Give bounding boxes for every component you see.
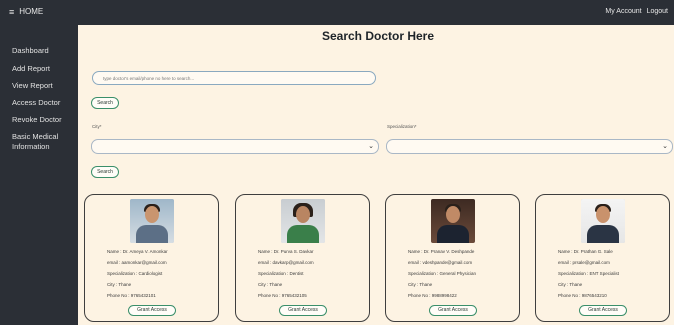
doctor-phone: Phone No : 9876543210	[558, 293, 607, 298]
specialization-label: Specialization*	[387, 124, 417, 129]
doctor-city: City : Thane	[408, 282, 433, 287]
grant-access-button[interactable]: Grant Access	[579, 305, 627, 316]
doctor-name: Name : Dr. Prathan G. Sale	[558, 249, 613, 254]
sidebar-item-revoke-doctor[interactable]: Revoke Doctor	[12, 115, 62, 125]
home-link[interactable]: ≡ HOME	[9, 7, 43, 16]
filter-search-button[interactable]: Search	[91, 166, 119, 178]
doctor-photo	[581, 199, 625, 243]
search-button[interactable]: Search	[91, 97, 119, 109]
sidebar-item-add-report[interactable]: Add Report	[12, 64, 50, 74]
doctor-email: email : davkarp@gmail.com	[258, 260, 314, 265]
doctor-photo	[281, 199, 325, 243]
grant-access-button[interactable]: Grant Access	[429, 305, 477, 316]
chevron-down-icon: ⌄	[662, 143, 668, 150]
doctor-city: City : Thane	[558, 282, 583, 287]
doctor-email: email : prsale@gmail.com	[558, 260, 610, 265]
sidebar-item-dashboard[interactable]: Dashboard	[12, 46, 49, 56]
top-navbar: ≡ HOME My Account Logout	[0, 0, 674, 25]
specialization-select[interactable]: ⌄	[386, 139, 673, 154]
doctor-name: Name : Dr. Pranav V. Deshpande	[408, 249, 475, 254]
sidebar-item-view-report[interactable]: View Report	[12, 81, 53, 91]
sidebar: Dashboard Add Report View Report Access …	[0, 25, 78, 325]
city-label: City*	[92, 124, 102, 129]
doctor-phone: Phone No : 9765432105	[258, 293, 307, 298]
doctor-phone: Phone No : 9988998422	[408, 293, 457, 298]
doctor-phone: Phone No : 9765432101	[107, 293, 156, 298]
grant-access-button[interactable]: Grant Access	[279, 305, 327, 316]
doctor-card: Name : Dr. Prathan G. Sale email : prsal…	[535, 194, 670, 322]
doctor-specialization: Specialization : ENT Specialist	[558, 271, 619, 276]
hamburger-menu-icon[interactable]: ≡	[9, 7, 14, 16]
doctor-email: email : aamonkar@gmail.com	[107, 260, 167, 265]
sidebar-item-basic-medical-information[interactable]: Basic Medical Information	[12, 132, 58, 152]
doctor-email: email : vdeshpande@gmail.com	[408, 260, 473, 265]
doctor-card: Name : Dr. Purva S. Davkar email : davka…	[235, 194, 370, 322]
page-title: Search Doctor Here	[321, 29, 435, 43]
my-account-link[interactable]: My Account	[605, 8, 641, 15]
home-label: HOME	[19, 7, 44, 16]
doctor-name: Name : Dr. Ameya V. Amonkar	[107, 249, 168, 254]
city-select[interactable]: ⌄	[91, 139, 379, 154]
doctor-card: Name : Dr. Pranav V. Deshpande email : v…	[385, 194, 520, 322]
doctor-search-input[interactable]: type doctor's email/phone no here to sea…	[92, 71, 376, 85]
doctor-specialization: Specialization : General Physician	[408, 271, 477, 276]
doctor-photo	[130, 199, 174, 243]
doctor-city: City : Thane	[258, 282, 283, 287]
doctor-photo	[431, 199, 475, 243]
doctor-specialization: Specialization : Cardiologist	[107, 271, 163, 276]
doctor-name: Name : Dr. Purva S. Davkar	[258, 249, 314, 254]
logout-link[interactable]: Logout	[647, 8, 668, 15]
chevron-down-icon: ⌄	[368, 143, 374, 150]
sidebar-item-access-doctor[interactable]: Access Doctor	[12, 98, 60, 108]
doctor-card: Name : Dr. Ameya V. Amonkar email : aamo…	[84, 194, 219, 322]
doctor-specialization: Specialization : Dentist	[258, 271, 304, 276]
doctor-city: City : Thane	[107, 282, 132, 287]
grant-access-button[interactable]: Grant Access	[128, 305, 176, 316]
